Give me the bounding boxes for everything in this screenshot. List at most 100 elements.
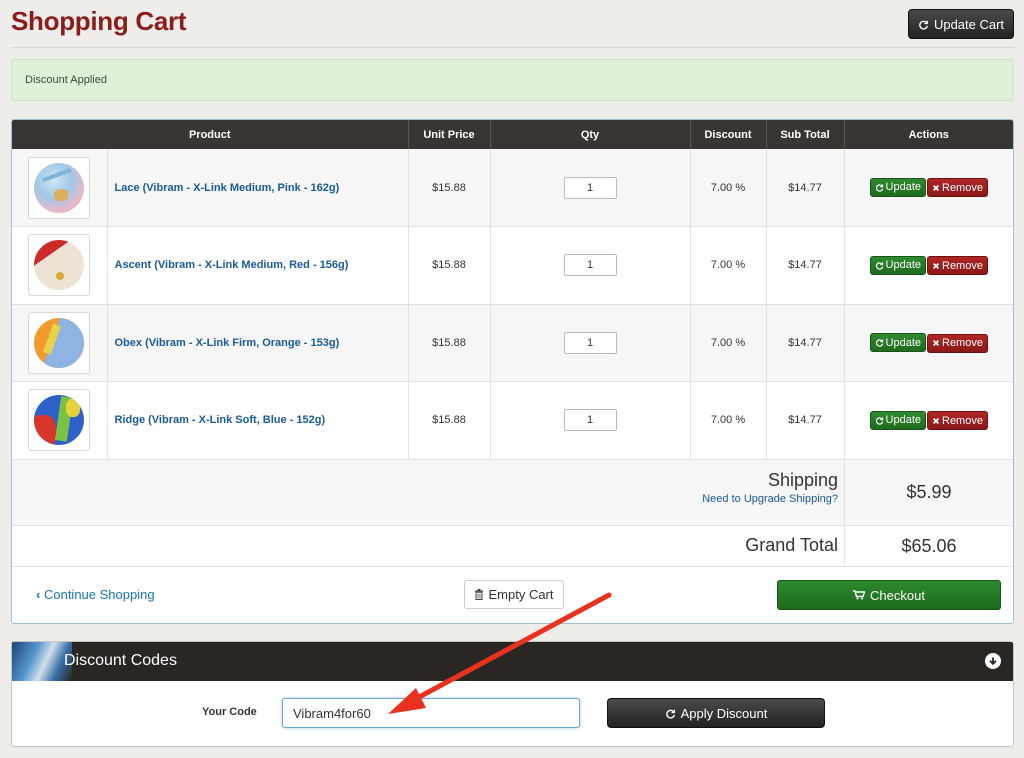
disc-image-red [34, 240, 85, 291]
qty-input[interactable] [563, 254, 617, 277]
grand-total-value: $65.06 [901, 535, 957, 556]
your-code-label: Your Code [202, 706, 257, 718]
empty-cart-button[interactable]: Empty Cart [464, 580, 564, 609]
discount-codes-title: Discount Codes [64, 652, 177, 669]
arrow-down-icon [989, 657, 997, 666]
update-item-button[interactable]: Update [869, 410, 926, 430]
column-header-sub-total: Sub Total [766, 120, 845, 149]
discount-applied-alert: Discount Applied [11, 59, 1014, 101]
update-cart-button[interactable]: Update Cart [908, 9, 1014, 39]
continue-shopping-label: Continue Shopping [43, 587, 155, 602]
discount-codes-panel: Discount Codes Your Code Apply Discount [11, 641, 1014, 747]
chevron-left-icon: ‹ [36, 587, 41, 602]
qty-input[interactable] [563, 176, 617, 199]
update-item-label: Update [885, 181, 921, 194]
discount-code-input[interactable] [282, 698, 580, 728]
qty-input[interactable] [563, 409, 617, 432]
remove-item-label: Remove [942, 337, 983, 349]
product-link[interactable]: Ascent (Vibram - X-Link Medium, Red - 15… [108, 259, 349, 271]
qty-input[interactable] [563, 331, 617, 354]
shipping-row: Shipping Need to Upgrade Shipping? $5.99 [12, 460, 1013, 526]
refresh-icon [875, 416, 883, 425]
unit-price: $15.88 [408, 304, 491, 382]
empty-cart-label: Empty Cart [488, 587, 554, 602]
alert-message: Discount Applied [25, 74, 107, 86]
discount-codes-header[interactable]: Discount Codes [12, 642, 1013, 681]
update-cart-label: Update Cart [933, 16, 1005, 32]
grand-total-label: Grand Total [745, 535, 838, 555]
trash-icon [475, 589, 484, 600]
product-thumbnail[interactable] [28, 389, 91, 452]
cart-panel: Product Unit Price Qty Discount Sub Tota… [11, 119, 1014, 624]
grand-total-row: Grand Total $65.06 [12, 526, 1013, 567]
column-header-discount: Discount [690, 120, 767, 149]
update-item-label: Update [885, 414, 921, 426]
unit-price: $15.88 [408, 381, 491, 460]
close-icon [932, 417, 940, 424]
column-header-product: Product [12, 120, 409, 149]
update-item-button[interactable]: Update [869, 177, 926, 197]
upgrade-shipping-link[interactable]: Need to Upgrade Shipping? [12, 493, 838, 505]
header-decoration [12, 642, 72, 681]
remove-item-button[interactable]: Remove [927, 333, 988, 353]
cart-icon [853, 590, 866, 600]
refresh-icon [665, 709, 675, 719]
product-thumbnail[interactable] [28, 311, 91, 374]
page-title: Shopping Cart [11, 6, 187, 36]
column-header-qty: Qty [490, 120, 691, 149]
column-header-actions: Actions [844, 120, 1013, 149]
table-row: Lace (Vibram - X-Link Medium, Pink - 162… [12, 149, 1013, 227]
close-icon [932, 339, 940, 347]
update-item-label: Update [885, 259, 921, 271]
refresh-icon [875, 261, 883, 270]
discount-value: 7.00 % [690, 149, 767, 227]
remove-item-button[interactable]: Remove [927, 256, 988, 275]
table-row: Ascent (Vibram - X-Link Medium, Red - 15… [12, 226, 1013, 305]
remove-item-label: Remove [942, 414, 983, 427]
update-item-button[interactable]: Update [869, 255, 926, 275]
product-link[interactable]: Lace (Vibram - X-Link Medium, Pink - 162… [108, 182, 340, 194]
discount-value: 7.00 % [690, 381, 767, 460]
table-row: Obex (Vibram - X-Link Firm, Orange - 153… [12, 304, 1013, 382]
product-link[interactable]: Obex (Vibram - X-Link Firm, Orange - 153… [108, 337, 340, 349]
apply-discount-button[interactable]: Apply Discount [607, 698, 825, 728]
product-thumbnail[interactable] [28, 234, 91, 297]
shipping-label: Shipping [767, 470, 838, 490]
remove-item-button[interactable]: Remove [927, 411, 988, 430]
sub-total-value: $14.77 [766, 226, 845, 305]
disc-image-pink [34, 162, 85, 213]
remove-item-label: Remove [942, 181, 983, 194]
disc-image-blue [34, 395, 85, 446]
continue-shopping-link[interactable]: ‹ Continue Shopping [36, 587, 155, 602]
unit-price: $15.88 [408, 149, 491, 227]
remove-item-label: Remove [942, 259, 983, 272]
discount-value: 7.00 % [690, 226, 767, 305]
shipping-label-area: Shipping Need to Upgrade Shipping? [12, 460, 845, 525]
product-thumbnail[interactable] [28, 156, 91, 219]
table-row: Ridge (Vibram - X-Link Soft, Blue - 152g… [12, 381, 1013, 460]
unit-price: $15.88 [408, 226, 491, 305]
grand-total-label-area: Grand Total [12, 526, 845, 566]
sub-total-value: $14.77 [766, 149, 845, 227]
refresh-icon [919, 20, 928, 30]
column-header-unit-price: Unit Price [408, 120, 491, 149]
checkout-label: Checkout [870, 587, 925, 603]
product-link[interactable]: Ridge (Vibram - X-Link Soft, Blue - 152g… [108, 414, 326, 426]
checkout-button[interactable]: Checkout [777, 580, 1001, 610]
apply-discount-label: Apply Discount [680, 705, 768, 721]
arrow-down-circle-icon[interactable] [985, 653, 1001, 669]
close-icon [932, 184, 940, 191]
update-item-label: Update [885, 336, 921, 349]
discount-value: 7.00 % [690, 304, 767, 382]
shipping-value: $5.99 [906, 482, 952, 502]
remove-item-button[interactable]: Remove [927, 178, 988, 198]
sub-total-value: $14.77 [766, 381, 845, 460]
sub-total-value: $14.77 [766, 304, 845, 382]
update-item-button[interactable]: Update [869, 333, 926, 352]
disc-image-orange [34, 317, 85, 368]
close-icon [932, 262, 940, 269]
refresh-icon [875, 184, 883, 192]
cart-table-header: Product Unit Price Qty Discount Sub Tota… [12, 120, 1013, 149]
title-divider [11, 47, 1014, 48]
refresh-icon [875, 339, 883, 347]
